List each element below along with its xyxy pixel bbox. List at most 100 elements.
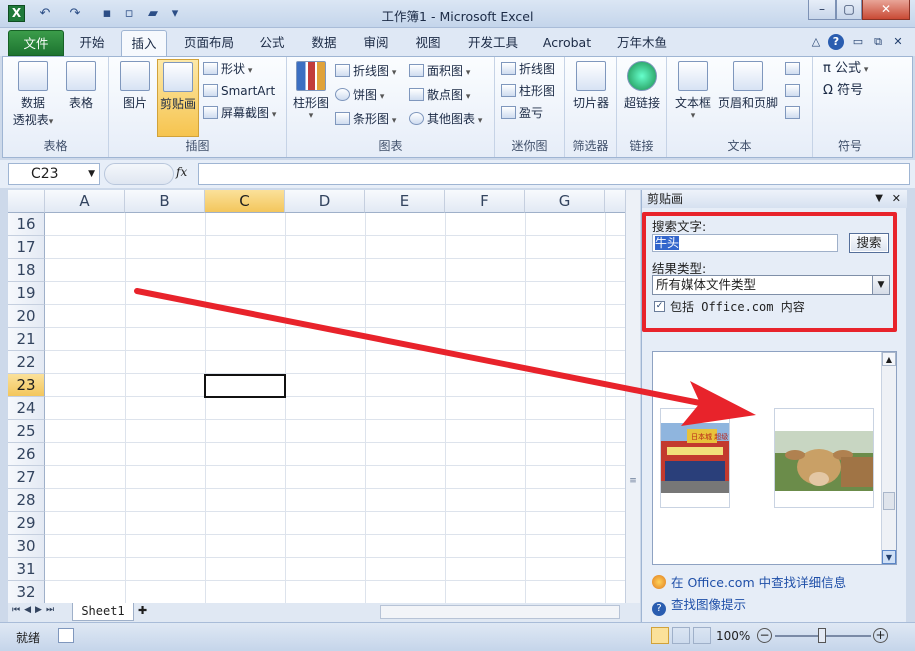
tab-insert[interactable]: 插入	[121, 30, 167, 56]
row-header[interactable]: 19	[8, 282, 45, 305]
slicer-button[interactable]: 切片器	[569, 59, 613, 111]
table-button[interactable]: 表格	[59, 59, 103, 111]
column-header[interactable]: A	[45, 190, 125, 213]
symbol-button[interactable]: Ω 符号	[823, 81, 863, 101]
minimize-ribbon-icon[interactable]: △	[808, 34, 824, 50]
tab-formulas[interactable]: 公式	[250, 30, 294, 56]
pie-chart-button[interactable]: 饼图 ▾	[335, 85, 384, 105]
tab-view[interactable]: 视图	[406, 30, 450, 56]
results-panel[interactable]: 日本城 超级市场 ▲ ▼	[652, 351, 897, 565]
row-header[interactable]: 30	[8, 535, 45, 558]
row-header[interactable]: 18	[8, 259, 45, 282]
zoom-level[interactable]: 100%	[716, 629, 750, 643]
scroll-up-icon[interactable]: ▲	[882, 352, 896, 366]
zoom-slider-thumb[interactable]	[818, 628, 826, 643]
result-thumbnail[interactable]: 日本城 超级市场	[660, 408, 730, 508]
column-header-active[interactable]: C	[205, 190, 285, 213]
minimize-button[interactable]: –	[808, 0, 836, 20]
formula-input[interactable]	[198, 163, 910, 185]
row-header[interactable]: 31	[8, 558, 45, 581]
zoom-in-icon[interactable]: +	[873, 628, 888, 643]
tab-developer[interactable]: 开发工具	[458, 30, 528, 56]
active-cell-c23[interactable]	[204, 374, 286, 398]
macro-record-icon[interactable]	[58, 628, 74, 643]
sparkline-winloss-button[interactable]: 盈亏	[501, 103, 543, 123]
smartart-button[interactable]: SmartArt	[203, 81, 275, 101]
row-header[interactable]: 21	[8, 328, 45, 351]
insert-sheet-icon[interactable]: ✚	[138, 604, 154, 620]
tab-page-layout[interactable]: 页面布局	[176, 30, 242, 56]
close-button[interactable]: ✕	[862, 0, 910, 20]
scroll-down-icon[interactable]: ▼	[882, 550, 896, 564]
bar-chart-button[interactable]: 条形图 ▾	[335, 109, 396, 129]
sheet-nav-icons[interactable]: ⏮◀▶⏭	[12, 605, 58, 615]
scatter-chart-button[interactable]: 散点图 ▾	[409, 85, 470, 105]
equation-button[interactable]: π 公式 ▾	[823, 59, 868, 79]
row-header[interactable]: 29	[8, 512, 45, 535]
tab-file[interactable]: 文件	[8, 30, 64, 56]
row-header[interactable]: 20	[8, 305, 45, 328]
pivot-table-button[interactable]: 数据 透视表▾	[9, 59, 57, 128]
other-charts-button[interactable]: 其他图表 ▾	[409, 109, 482, 129]
row-header[interactable]: 28	[8, 489, 45, 512]
row-header[interactable]: 17	[8, 236, 45, 259]
formula-expand-handle[interactable]	[104, 163, 174, 185]
tab-acrobat[interactable]: Acrobat	[536, 30, 598, 56]
chevron-down-icon[interactable]: ▼	[88, 164, 95, 184]
page-layout-view-icon[interactable]	[672, 627, 690, 644]
row-header[interactable]: 26	[8, 443, 45, 466]
sheet-tab-sheet1[interactable]: Sheet1	[72, 603, 134, 621]
page-break-view-icon[interactable]	[693, 627, 711, 644]
help-icon[interactable]: ?	[828, 34, 844, 50]
fx-icon[interactable]: fx	[176, 165, 187, 179]
result-type-select[interactable]: 所有媒体文件类型 ▼	[652, 275, 890, 295]
shapes-button[interactable]: 形状 ▾	[203, 59, 252, 79]
column-header[interactable]: E	[365, 190, 445, 213]
search-input[interactable]: 牛头	[652, 234, 838, 252]
window-restore-icon[interactable]: ⧉	[870, 34, 886, 50]
results-scrollbar[interactable]: ▲ ▼	[881, 352, 896, 564]
tab-review[interactable]: 审阅	[354, 30, 398, 56]
wordart-button[interactable]	[785, 59, 803, 79]
sparkline-line-button[interactable]: 折线图	[501, 59, 555, 79]
row-header[interactable]: 24	[8, 397, 45, 420]
column-header[interactable]: D	[285, 190, 365, 213]
include-office-checkbox[interactable]: ✓	[654, 301, 665, 312]
pane-close-icon[interactable]: ✕	[892, 190, 901, 208]
name-box[interactable]: C23 ▼	[8, 163, 100, 185]
tab-wannian[interactable]: 万年木鱼	[612, 30, 672, 56]
screenshot-button[interactable]: 屏幕截图 ▾	[203, 103, 276, 123]
row-header[interactable]: 27	[8, 466, 45, 489]
header-footer-button[interactable]: 页眉和页脚	[715, 59, 781, 111]
office-link[interactable]: 在 Office.com 中查找详细信息	[652, 572, 846, 591]
sparkline-column-button[interactable]: 柱形图	[501, 81, 555, 101]
normal-view-icon[interactable]	[651, 627, 669, 644]
select-all-corner[interactable]	[8, 190, 45, 213]
pane-menu-icon[interactable]: ▼	[875, 190, 883, 208]
tab-home[interactable]: 开始	[70, 30, 114, 56]
row-header[interactable]: 22	[8, 351, 45, 374]
row-header[interactable]: 32	[8, 581, 45, 603]
column-chart-button[interactable]: 柱形图 ▾	[291, 59, 331, 121]
maximize-button[interactable]: ▢	[836, 0, 862, 20]
search-button[interactable]: 搜索	[849, 233, 889, 253]
results-scroll-thumb[interactable]	[883, 492, 895, 510]
vertical-scrollbar[interactable]: ≡	[625, 190, 640, 603]
hyperlink-button[interactable]: 超链接	[620, 59, 664, 111]
chevron-down-icon[interactable]: ▼	[872, 276, 889, 294]
scroll-grip-icon[interactable]: ≡	[628, 476, 638, 490]
signature-button[interactable]	[785, 81, 803, 101]
row-header[interactable]: 25	[8, 420, 45, 443]
zoom-out-icon[interactable]: −	[757, 628, 772, 643]
clipart-button[interactable]: 剪贴画	[157, 59, 199, 137]
column-header[interactable]: G	[525, 190, 605, 213]
tab-data[interactable]: 数据	[302, 30, 346, 56]
picture-button[interactable]: 图片	[115, 59, 155, 111]
column-header[interactable]: B	[125, 190, 205, 213]
restore-icon[interactable]: ▭	[850, 34, 866, 50]
close-workbook-icon[interactable]: ✕	[890, 34, 906, 50]
object-button[interactable]	[785, 103, 803, 123]
row-header[interactable]: 16	[8, 213, 45, 236]
area-chart-button[interactable]: 面积图 ▾	[409, 61, 470, 81]
result-thumbnail[interactable]	[774, 408, 874, 508]
